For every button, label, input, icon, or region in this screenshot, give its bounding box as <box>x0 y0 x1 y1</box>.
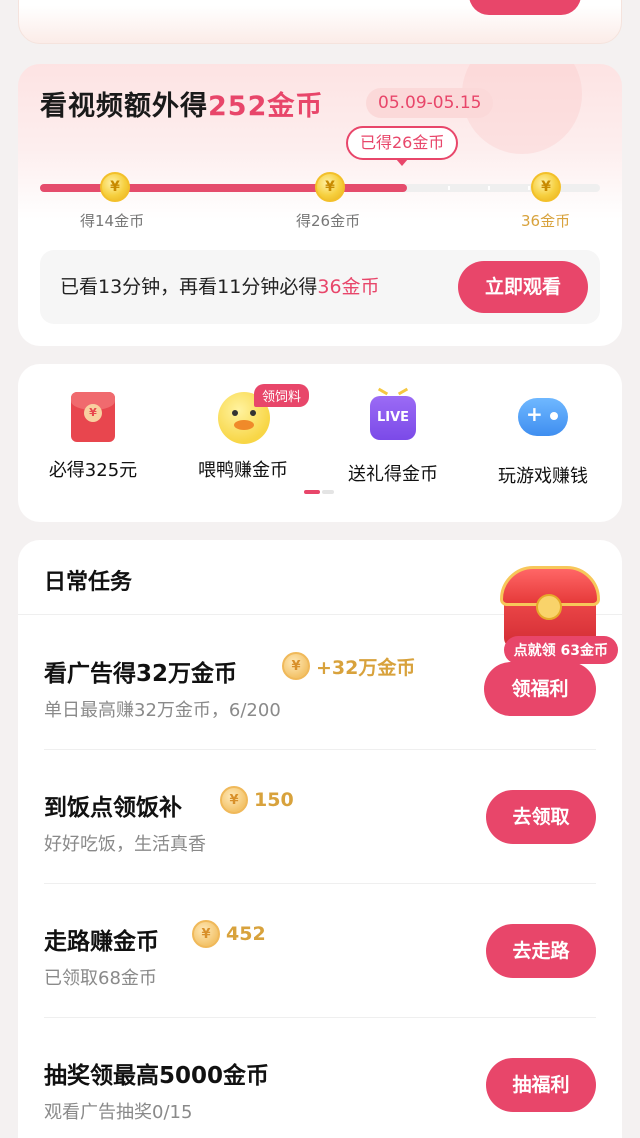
task-reward-amount: 150 <box>254 789 294 811</box>
task-subtitle: 已领取68金币 <box>44 968 157 989</box>
shortcut-label: 玩游戏赚钱 <box>498 466 588 487</box>
milestone-coin-icon: ¥ <box>531 172 561 202</box>
video-bonus-title-prefix: 看视频额外得 <box>40 91 208 122</box>
progress-segment <box>448 186 450 190</box>
shortcut-red-packet[interactable]: ¥ 必得325元 <box>18 392 168 482</box>
task-name: 看广告得32万金币 <box>44 661 238 687</box>
earned-tooltip: 已得26金币 <box>346 126 459 166</box>
date-range-badge: 05.09-05.15 <box>366 88 494 118</box>
progress-segment <box>528 186 530 190</box>
top-card-partial <box>18 0 622 44</box>
chest-reward-badge[interactable]: 点就领 63金币 <box>503 636 618 664</box>
watch-status-prefix: 已看13分钟，再看11分钟必得 <box>60 276 318 298</box>
shortcut-play-games[interactable]: 玩游戏赚钱 <box>468 392 618 488</box>
watch-status-text: 已看13分钟，再看11分钟必得36金币 <box>60 272 380 299</box>
page-indicator-inactive <box>322 490 334 494</box>
gamepad-icon <box>518 398 568 436</box>
task-row: 走路赚金币 ¥ 452 已领取68金币 去走路 <box>18 884 622 1018</box>
red-packet-badge: ¥ <box>84 404 102 422</box>
task-subtitle: 好好吃饭，生活真香 <box>44 834 206 855</box>
task-name: 走路赚金币 <box>44 929 159 955</box>
claim-welfare-button[interactable]: 领福利 <box>484 662 596 716</box>
coin-icon: ¥ <box>192 920 220 948</box>
lottery-button[interactable]: 抽福利 <box>486 1058 596 1112</box>
claim-meal-button[interactable]: 去领取 <box>486 790 596 844</box>
task-reward-amount: 452 <box>226 923 266 945</box>
shortcut-label: 必得325元 <box>48 460 138 481</box>
task-reward: ¥ 150 <box>220 786 294 814</box>
feed-tag-badge: 领饲料 <box>254 384 310 407</box>
watch-status-bar: 已看13分钟，再看11分钟必得36金币 立即观看 <box>40 250 600 324</box>
daily-tasks-card: 日常任务 点就领 63金币 看广告得32万金币 ¥ +32万金币 单日最高赚32… <box>18 540 622 1138</box>
task-row: 抽奖领最高5000金币 观看广告抽奖0/15 抽福利 <box>18 1018 622 1138</box>
top-card-button[interactable] <box>469 0 581 15</box>
shortcut-label: 送礼得金币 <box>348 464 438 485</box>
video-bonus-title: 看视频额外得252金币 <box>40 84 323 123</box>
task-name: 抽奖领最高5000金币 <box>44 1063 270 1089</box>
milestone-label: 得26金币 <box>296 212 361 230</box>
watch-status-amount: 36金币 <box>317 276 380 298</box>
shortcuts-card: ¥ 必得325元 领饲料 喂鸭赚金币 LIVE 送礼得金币 玩游戏赚钱 <box>18 364 622 522</box>
coin-icon: ¥ <box>220 786 248 814</box>
task-subtitle: 观看广告抽奖0/15 <box>44 1102 193 1123</box>
task-name: 到饭点领饭补 <box>44 795 182 821</box>
progress-bar-fill <box>40 184 407 192</box>
milestone-coin-icon: ¥ <box>315 172 345 202</box>
shortcut-label: 喂鸭赚金币 <box>198 460 288 481</box>
daily-tasks-title: 日常任务 <box>44 570 133 595</box>
task-reward: ¥ 452 <box>192 920 266 948</box>
page-indicator <box>304 490 334 494</box>
milestone-coin-icon: ¥ <box>100 172 130 202</box>
live-icon: LIVE <box>370 396 416 440</box>
task-row: 到饭点领饭补 ¥ 150 好好吃饭，生活真香 去领取 <box>18 750 622 884</box>
milestone-label: 得14金币 <box>80 212 145 230</box>
shortcut-feed-duck[interactable]: 领饲料 喂鸭赚金币 <box>168 384 318 482</box>
go-walk-button[interactable]: 去走路 <box>486 924 596 978</box>
watch-now-button[interactable]: 立即观看 <box>458 261 588 313</box>
coin-icon: ¥ <box>282 652 310 680</box>
red-packet-icon: ¥ <box>71 392 115 442</box>
video-bonus-title-amount: 252金币 <box>208 91 324 122</box>
video-bonus-card: 看视频额外得252金币 05.09-05.15 已得26金币 ¥ ¥ ¥ 得14… <box>18 64 622 346</box>
shortcut-send-gift[interactable]: LIVE 送礼得金币 <box>318 392 468 486</box>
milestone-label: 36金币 <box>521 212 571 230</box>
page-indicator-active <box>304 490 320 494</box>
task-reward-amount: +32万金币 <box>316 656 416 679</box>
task-reward: ¥ +32万金币 <box>282 652 415 680</box>
progress-segment <box>488 186 490 190</box>
task-subtitle: 单日最高赚32万金币，6/200 <box>44 700 281 721</box>
